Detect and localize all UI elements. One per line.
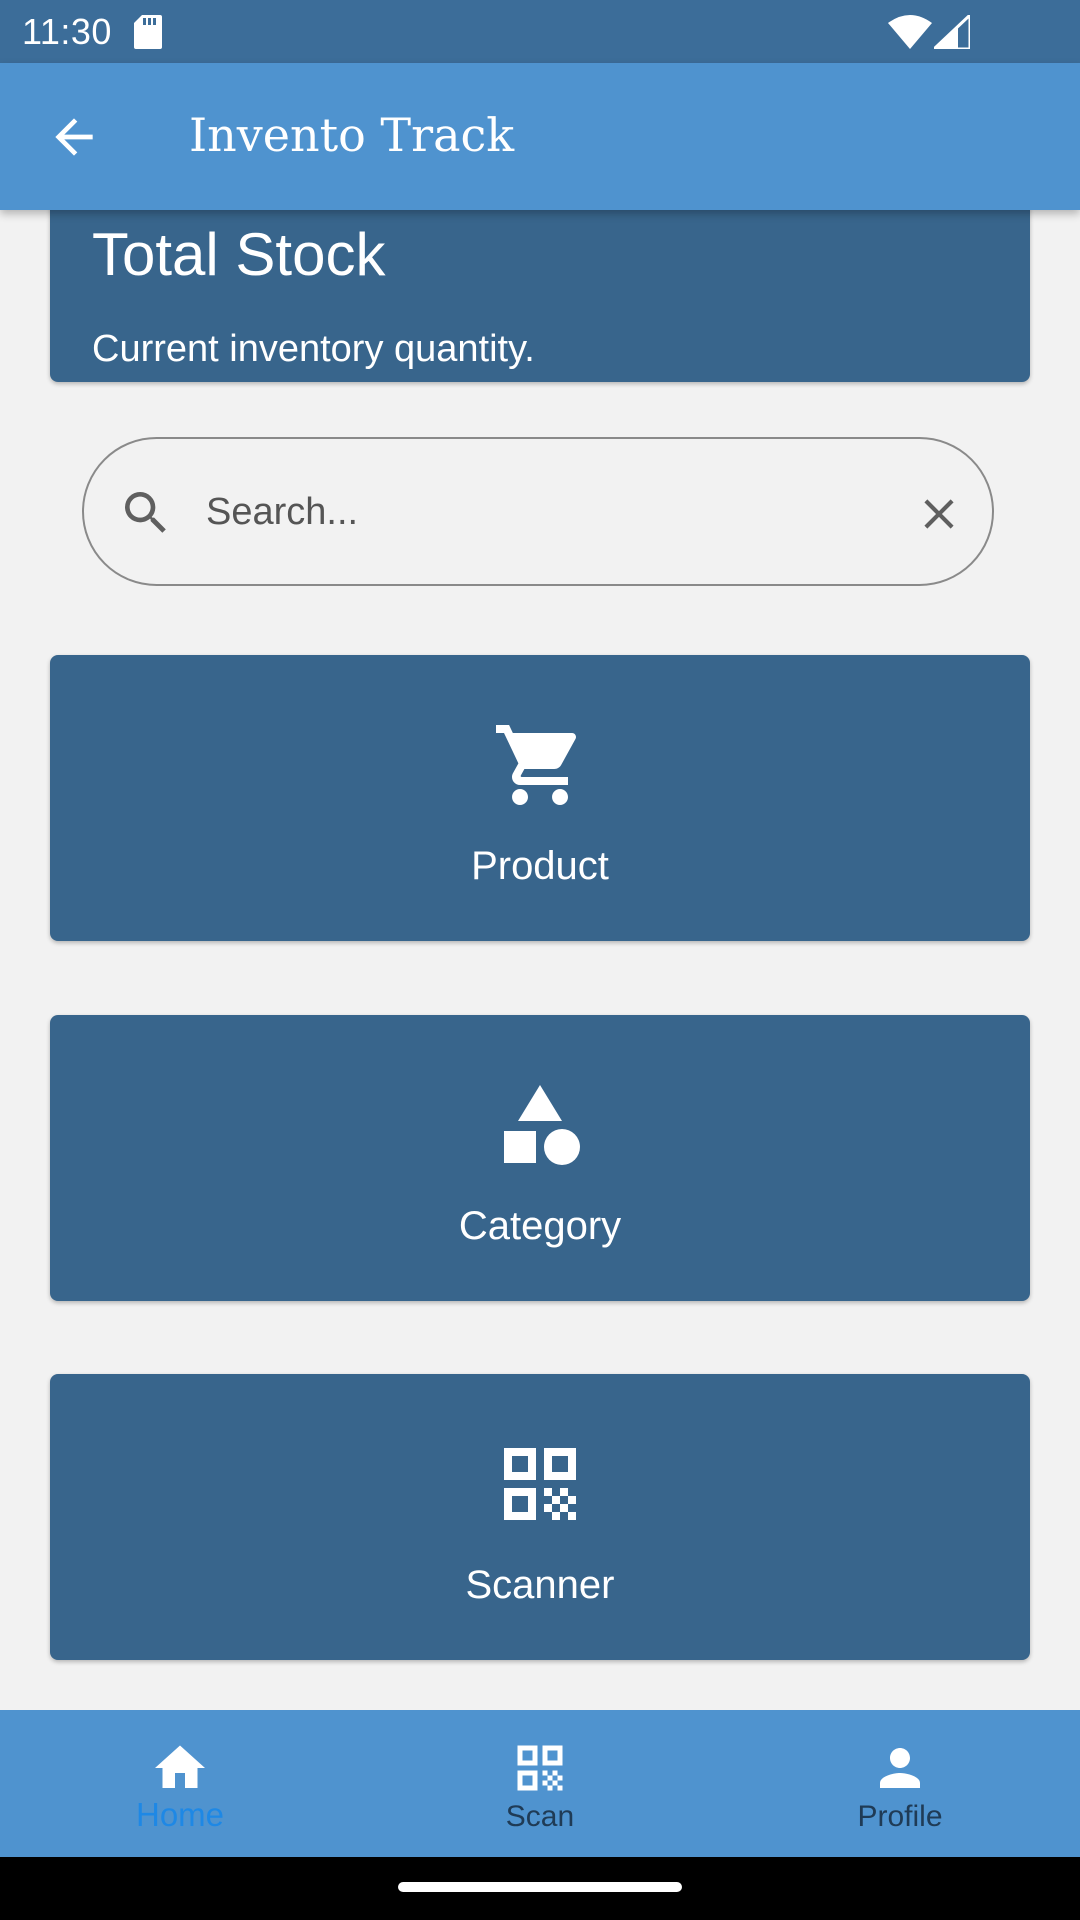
scanner-tile[interactable]: Scanner [50, 1374, 1030, 1660]
stock-card-title: Total Stock [92, 221, 386, 288]
stock-card-subtitle: Current inventory quantity. [92, 328, 535, 370]
clear-search-icon[interactable] [914, 489, 964, 544]
nav-item-scan[interactable]: Scan [420, 1710, 660, 1857]
status-time: 11:30 [22, 11, 112, 52]
search-input[interactable] [206, 481, 866, 543]
category-icon [492, 1077, 588, 1178]
cellular-signal-icon [930, 11, 972, 54]
status-bar: 11:30 [0, 0, 1080, 63]
sd-card-icon [134, 15, 162, 54]
cart-icon [492, 717, 588, 818]
qr-code-icon [510, 1738, 570, 1803]
back-button[interactable] [46, 109, 102, 165]
scanner-tile-label: Scanner [465, 1563, 615, 1607]
bottom-navigation: Home Scan Profile [0, 1710, 1080, 1857]
app-title: Invento Track [189, 108, 515, 162]
home-icon [150, 1738, 210, 1803]
nav-label-scan: Scan [505, 1800, 575, 1833]
wifi-icon [888, 15, 932, 54]
category-tile-label: Category [458, 1204, 622, 1248]
total-stock-card[interactable]: Total Stock Current inventory quantity. [50, 210, 1030, 382]
category-tile[interactable]: Category [50, 1015, 1030, 1301]
search-icon [118, 485, 174, 546]
person-icon [870, 1738, 930, 1803]
app-bar: Invento Track [0, 63, 1080, 210]
search-bar[interactable] [82, 437, 994, 586]
nav-item-profile[interactable]: Profile [780, 1710, 1020, 1857]
arrow-back-icon [55, 118, 93, 156]
gesture-handle[interactable] [398, 1882, 682, 1892]
nav-label-home: Home [135, 1796, 225, 1833]
product-tile[interactable]: Product [50, 655, 1030, 941]
qr-code-icon [492, 1436, 588, 1537]
product-tile-label: Product [471, 844, 609, 888]
nav-item-home[interactable]: Home [60, 1710, 300, 1857]
main-content[interactable]: Total Stock Current inventory quantity. … [0, 210, 1080, 1710]
nav-label-profile: Profile [857, 1800, 943, 1833]
system-gesture-bar [0, 1857, 1080, 1920]
